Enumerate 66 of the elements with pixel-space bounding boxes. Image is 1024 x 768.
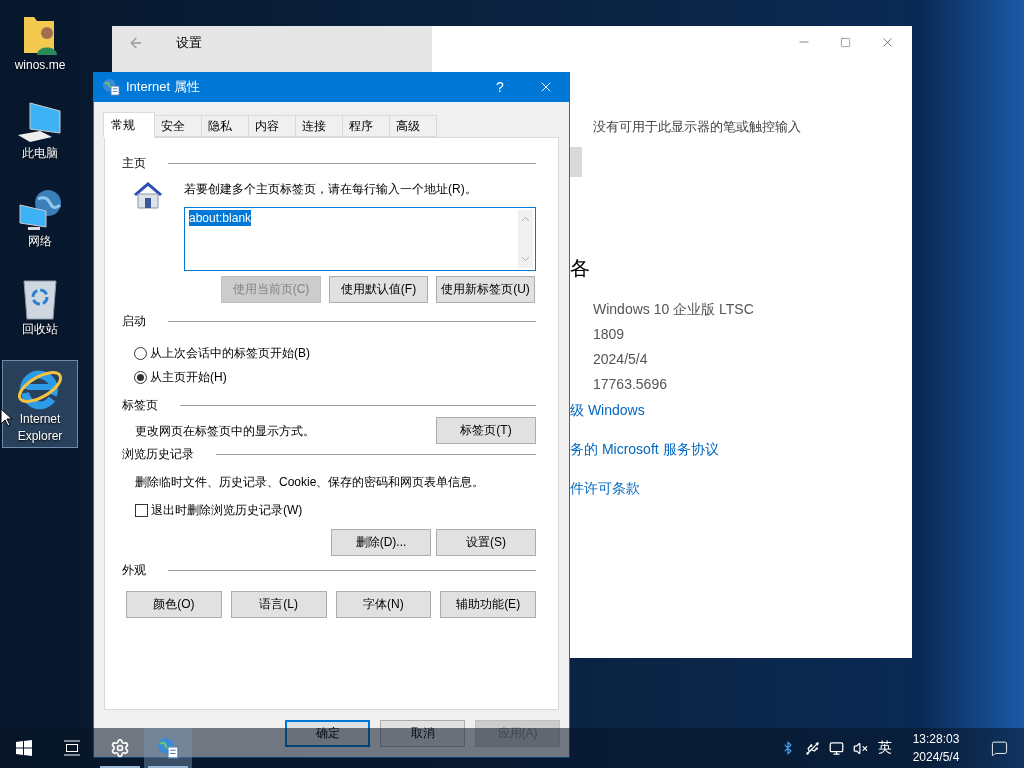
window-title: 设置 xyxy=(176,34,202,52)
group-heading: 启动 xyxy=(122,312,146,330)
homepage-hint: 若要创建多个主页标签页，请在每行输入一个地址(R)。 xyxy=(184,181,478,198)
radio-label: 从主页开始(H) xyxy=(150,368,227,386)
homepage-button[interactable]: 使用默认值(F) xyxy=(329,276,428,303)
appearance-button[interactable]: 字体(N) xyxy=(335,591,432,618)
appearance-button[interactable]: 语言(L) xyxy=(230,591,327,618)
desktop-shortcut[interactable]: 此电脑 xyxy=(2,96,78,165)
settings-link[interactable]: 务的 Microsoft 服务协议 xyxy=(570,439,912,459)
desktop-shortcut[interactable]: 回收站 xyxy=(2,272,78,341)
radio-button[interactable] xyxy=(134,370,147,384)
tab[interactable]: 连接 xyxy=(295,115,343,137)
tab[interactable]: 安全 xyxy=(154,115,202,137)
radio-label: 从上次会话中的标签页开始(B) xyxy=(150,344,310,362)
internet-options-icon xyxy=(157,737,179,759)
dialog-title: Internet 属性 xyxy=(126,78,201,96)
volume-muted-icon[interactable] xyxy=(852,740,868,756)
history-button[interactable]: 设置(S) xyxy=(436,529,536,556)
group-heading: 浏览历史记录 xyxy=(122,445,194,463)
internet-options-icon xyxy=(102,78,120,96)
spec-value: 17763.5696 xyxy=(593,375,668,394)
checkbox[interactable] xyxy=(135,503,148,517)
history-description: 删除临时文件、历史记录、Cookie、保存的密码和网页表单信息。 xyxy=(135,474,485,491)
tab[interactable]: 高级 xyxy=(389,115,437,137)
dialog-button[interactable]: 确定 xyxy=(285,720,370,747)
tab[interactable]: 隐私 xyxy=(201,115,249,137)
clock[interactable]: 13:28:03 2024/5/4 xyxy=(898,730,974,766)
section-heading: 各 xyxy=(570,256,591,281)
settings-link[interactable]: 级 Windows xyxy=(570,400,912,420)
pen-input-notice: 没有可用于此显示器的笔或触控输入 xyxy=(593,118,802,136)
network-icon xyxy=(16,189,64,233)
help-button[interactable]: ? xyxy=(477,72,523,102)
tabs-button[interactable]: 标签页(T) xyxy=(436,417,536,444)
group-heading: 标签页 xyxy=(122,396,158,414)
notification-icon xyxy=(990,739,1008,757)
gear-icon xyxy=(110,738,130,758)
tab[interactable]: 内容 xyxy=(248,115,296,137)
homepage-button[interactable]: 使用新标签页(U) xyxy=(436,276,535,303)
taskbar-app[interactable] xyxy=(144,728,192,768)
usb-icon[interactable] xyxy=(804,740,820,756)
desktop-shortcut[interactable]: winos.me xyxy=(2,8,78,77)
network-icon[interactable] xyxy=(828,740,844,756)
appearance-button[interactable]: 颜色(O) xyxy=(126,591,222,618)
computer-icon xyxy=(16,101,64,145)
desktop-shortcut[interactable]: 网络 xyxy=(2,184,78,253)
dialog-button[interactable]: 取消 xyxy=(380,720,465,747)
mouse-pointer-icon xyxy=(0,408,12,427)
checkbox-label: 退出时删除浏览历史记录(W) xyxy=(151,501,303,519)
tabs-description: 更改网页在标签页中的显示方式。 xyxy=(135,422,315,440)
spec-value: 2024/5/4 xyxy=(593,350,649,369)
history-button[interactable]: 删除(D)... xyxy=(331,529,431,556)
settings-link[interactable]: 件许可条款 xyxy=(570,478,912,498)
tab[interactable]: 常规 xyxy=(103,112,155,138)
recycle-bin-icon xyxy=(20,277,60,321)
task-view-icon xyxy=(63,740,81,756)
partial-panel xyxy=(570,147,582,177)
group-heading: 主页 xyxy=(122,154,146,172)
input-method-indicator[interactable]: 英 xyxy=(872,739,898,757)
tab[interactable]: 程序 xyxy=(342,115,390,137)
spec-value: Windows 10 企业版 LTSC xyxy=(593,300,755,319)
appearance-button[interactable]: 辅助功能(E) xyxy=(440,591,536,618)
group-heading: 外观 xyxy=(122,561,146,579)
desktop-shortcut[interactable]: Internet Explorer xyxy=(2,360,78,448)
windows-logo-icon xyxy=(16,740,32,756)
spec-value: 1809 xyxy=(593,325,626,344)
radio-button[interactable] xyxy=(134,346,147,360)
